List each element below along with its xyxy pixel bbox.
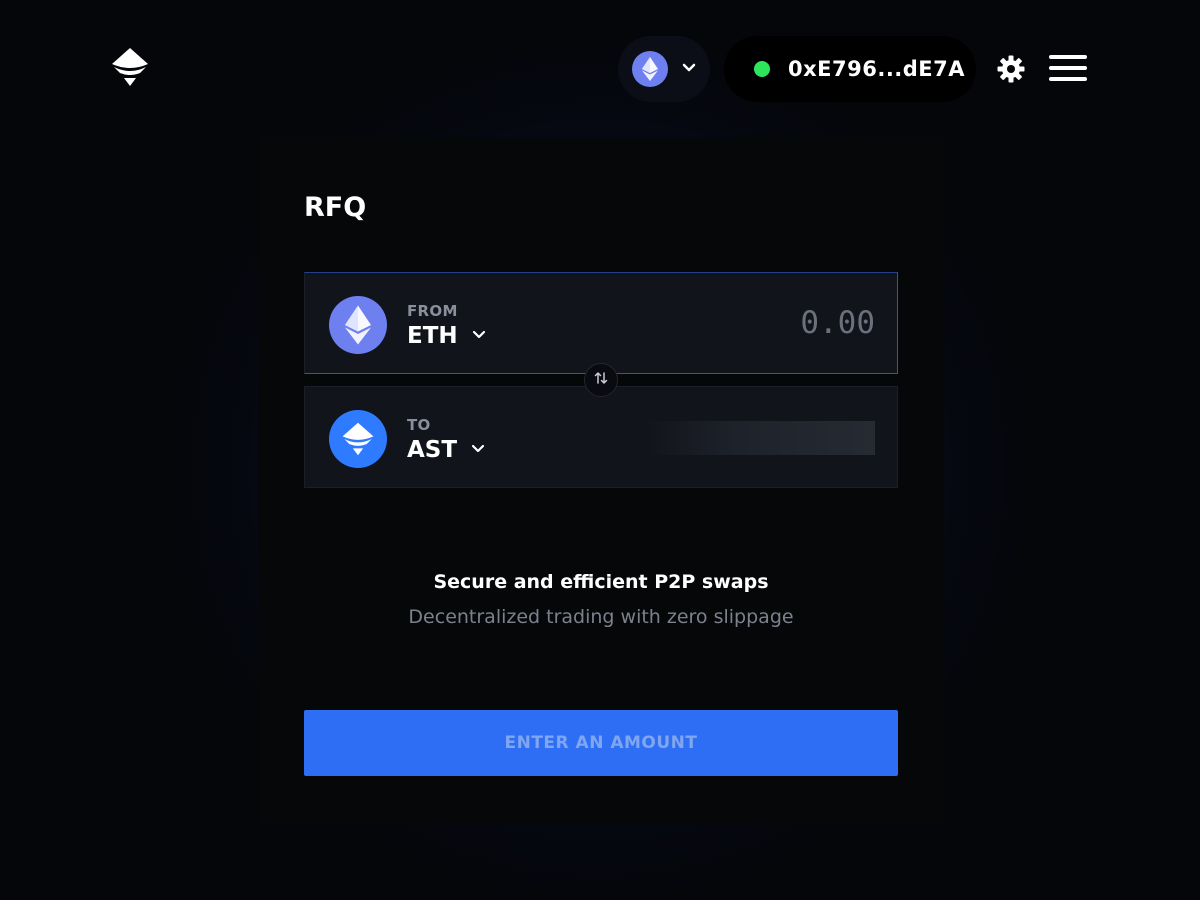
card-title: RFQ xyxy=(304,192,367,223)
gear-icon[interactable] xyxy=(996,54,1026,84)
subline: Decentralized trading with zero slippage xyxy=(408,606,794,628)
to-token-panel: TO AST xyxy=(304,386,898,488)
ethereum-icon xyxy=(632,51,668,87)
to-amount-placeholder xyxy=(645,421,875,455)
enter-amount-button[interactable]: ENTER AN AMOUNT xyxy=(304,710,898,776)
wallet-address: 0xE796...dE7A xyxy=(788,57,966,81)
airswap-token-icon xyxy=(329,410,387,468)
from-label: FROM xyxy=(407,302,458,320)
network-selector-button[interactable] xyxy=(618,36,710,102)
swap-direction-button[interactable] xyxy=(584,363,618,397)
swap-arrows-icon xyxy=(593,370,609,391)
rfq-swap-card: RFQ FROM ETH TO AST xyxy=(258,137,944,823)
chevron-down-icon xyxy=(472,327,486,345)
to-token-symbol: AST xyxy=(407,437,458,463)
to-token-selector[interactable]: AST xyxy=(407,437,485,463)
to-label: TO xyxy=(407,416,431,434)
airswap-logo-icon[interactable] xyxy=(108,46,152,88)
from-token-selector[interactable]: ETH xyxy=(407,323,486,349)
wallet-address-button[interactable]: 0xE796...dE7A xyxy=(724,36,976,102)
hamburger-menu-icon[interactable] xyxy=(1049,55,1087,83)
ethereum-icon xyxy=(329,296,387,354)
from-amount-input[interactable] xyxy=(575,303,875,343)
from-token-panel: FROM ETH xyxy=(304,272,898,374)
chevron-down-icon xyxy=(682,60,696,78)
from-token-symbol: ETH xyxy=(407,323,458,349)
headline: Secure and efficient P2P swaps xyxy=(433,571,769,593)
chevron-down-icon xyxy=(471,441,485,459)
connection-status-dot xyxy=(754,61,770,77)
